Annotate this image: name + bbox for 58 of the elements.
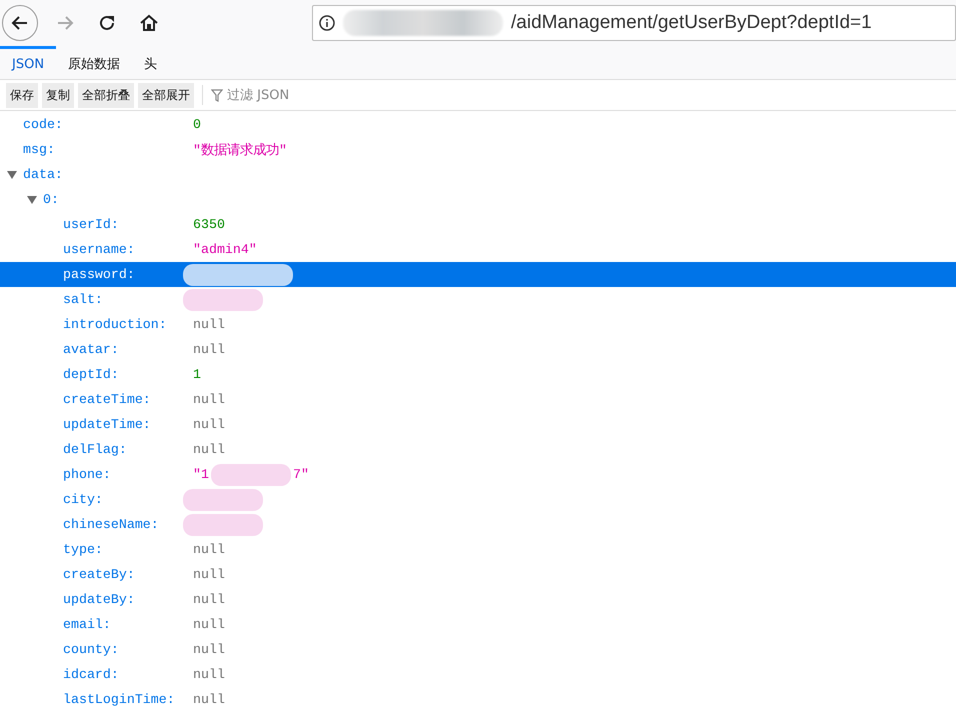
toolbar-button[interactable]: 复制	[42, 82, 74, 108]
toolbar-button[interactable]: 全部折叠	[78, 82, 134, 108]
json-key: delFlag:	[63, 442, 127, 457]
json-value: 0	[193, 117, 201, 132]
json-key: idcard:	[63, 667, 119, 682]
json-key: username:	[63, 242, 135, 257]
json-key: updateBy:	[63, 592, 135, 607]
json-key: data:	[23, 167, 63, 182]
json-key: deptId:	[63, 367, 119, 382]
toolbar-button[interactable]: 全部展开	[138, 82, 194, 108]
json-key: password:	[63, 267, 135, 282]
json-value: null	[193, 417, 225, 432]
home-icon	[139, 13, 159, 33]
info-icon[interactable]	[319, 15, 335, 31]
address-bar[interactable]: /aidManagement/getUserByDept?deptId=1	[312, 5, 956, 41]
json-key: msg:	[23, 142, 55, 157]
json-key: city:	[63, 492, 103, 507]
viewer-tab[interactable]: 原始数据	[56, 46, 132, 79]
json-key: phone:	[63, 467, 111, 482]
json-value: 6350	[193, 217, 225, 232]
json-value: 1	[193, 367, 201, 382]
json-value: 7"	[292, 467, 309, 482]
json-key: email:	[63, 617, 111, 632]
json-value: "数据请求成功"	[193, 142, 287, 158]
json-key: avatar:	[63, 342, 119, 357]
json-value: null	[193, 442, 225, 457]
json-value: "admin4"	[193, 242, 257, 257]
json-value: null	[193, 692, 225, 707]
json-value: null	[193, 542, 225, 557]
json-key: createTime:	[63, 392, 151, 407]
reload-icon	[98, 14, 116, 32]
json-key: lastLoginTime:	[63, 692, 175, 707]
expand-arrow-icon[interactable]	[27, 196, 37, 204]
viewer-tab[interactable]: 头	[132, 46, 170, 79]
json-key: type:	[63, 542, 103, 557]
json-value: null	[193, 642, 225, 657]
expand-arrow-icon[interactable]	[7, 170, 17, 178]
json-value: null	[193, 592, 225, 607]
json-key: createBy:	[63, 567, 135, 582]
json-key: userId:	[63, 217, 119, 232]
json-key: 0:	[43, 192, 59, 207]
json-key: county:	[63, 642, 119, 657]
json-value: null	[193, 667, 225, 682]
json-key: updateTime:	[63, 417, 151, 432]
json-key: introduction:	[63, 317, 167, 332]
json-value: null	[193, 567, 225, 582]
json-value: null	[193, 392, 225, 407]
toolbar-button[interactable]: 保存	[6, 82, 38, 108]
json-key: code:	[23, 117, 63, 132]
json-value: null	[193, 617, 225, 632]
json-value: null	[193, 317, 225, 332]
json-value: "1	[193, 467, 209, 482]
json-key: salt:	[63, 292, 103, 307]
filter-icon	[211, 88, 223, 102]
back-button[interactable]	[2, 5, 38, 41]
json-key: chineseName:	[63, 517, 159, 532]
url-text: /aidManagement/getUserByDept?deptId=1	[511, 12, 872, 34]
json-value: null	[193, 342, 225, 357]
